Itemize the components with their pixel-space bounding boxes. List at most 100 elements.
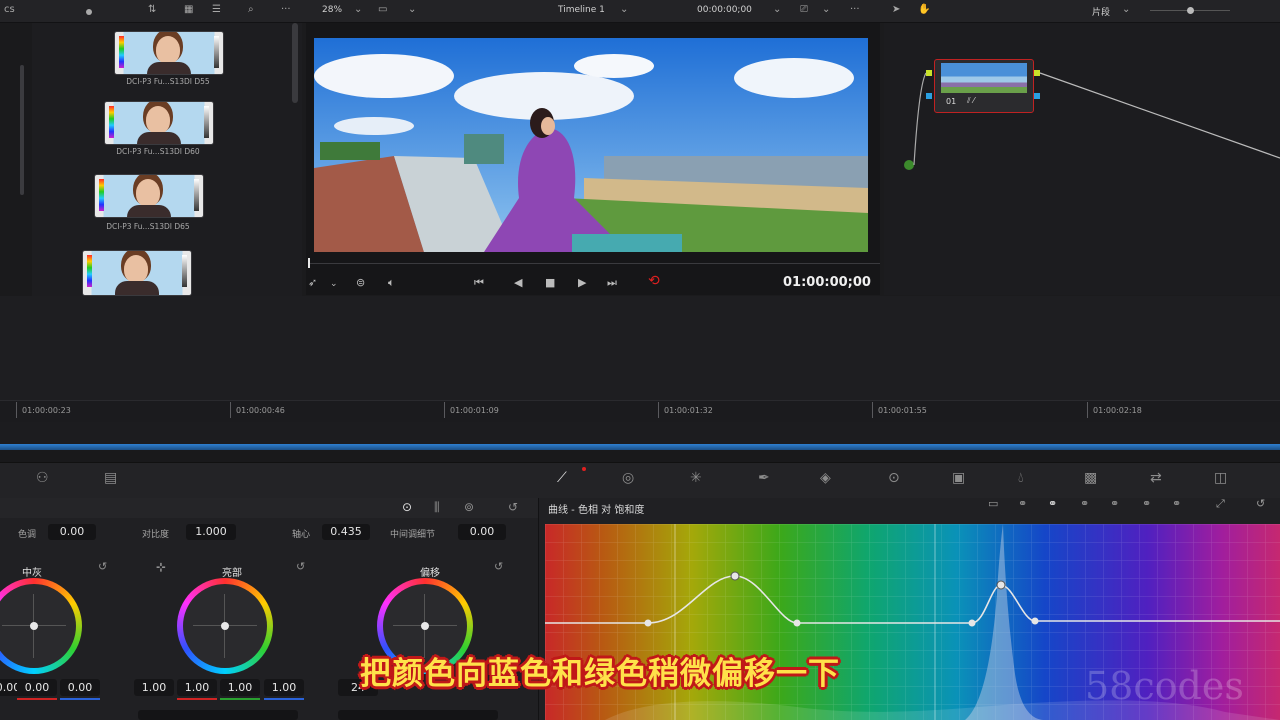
chevron-down-icon[interactable]: ⌄ [354, 4, 362, 15]
chevron-down-icon[interactable]: ⌄ [620, 4, 628, 15]
hue-vs-sat-icon[interactable]: ⚭ [1048, 497, 1057, 510]
grid-view-icon[interactable]: ▦ [184, 4, 193, 15]
gain-color-wheel[interactable] [177, 578, 273, 674]
chevron-down-icon[interactable]: ⌄ [408, 4, 416, 15]
tracker-icon[interactable]: ⊙ [888, 470, 900, 486]
gamma-b-value[interactable]: 0.00 [60, 679, 100, 696]
offset-master-slider[interactable] [338, 710, 498, 720]
reset-icon[interactable]: ↺ [494, 560, 503, 573]
top-toolbar: cs ⇅ ▦ ☰ ⌕ ··· 28% ⌄ ▭ ⌄ Timeline 1 ⌄ 00… [0, 0, 1280, 23]
pivot-label: 轴心 [292, 530, 311, 540]
primaries-wheels-icon[interactable]: ⊙ [402, 500, 412, 514]
zoom-select[interactable]: 28% [322, 5, 342, 15]
reset-icon[interactable]: ↺ [1256, 497, 1265, 510]
hue-vs-lum-icon[interactable]: ⚭ [1080, 497, 1089, 510]
gain-r-value[interactable]: 1.00 [177, 679, 217, 696]
gallery-still-label: DCI-P3 Fu...S13DI D60 [116, 147, 200, 156]
reset-icon[interactable]: ↺ [98, 560, 107, 573]
gallery-still-label: DCI-P3 Fu...S13DI D55 [126, 77, 210, 86]
lum-vs-sat-icon[interactable]: ⚭ [1110, 497, 1119, 510]
dual-view-icon[interactable]: ⊜ [356, 276, 365, 289]
timeline-ruler[interactable] [0, 400, 1280, 423]
chevron-down-icon[interactable]: ⌄ [822, 4, 830, 15]
expand-icon[interactable]: ⤢ [1216, 497, 1225, 511]
timeline-select[interactable]: Timeline 1 [558, 5, 605, 15]
play-icon[interactable]: ▶ [578, 276, 586, 289]
key-icon[interactable]: ▩ [1084, 470, 1097, 486]
channel-bar-red [17, 698, 57, 700]
skip-to-end-icon[interactable]: ⏭︎ [607, 276, 617, 290]
window-icon[interactable]: ◈ [820, 470, 831, 486]
color-warper-icon[interactable]: ◎ [622, 470, 634, 486]
gamma-r-value[interactable]: 0.00 [17, 679, 57, 696]
playhead[interactable] [308, 258, 310, 268]
pivot-field[interactable]: 0.435 [322, 524, 370, 540]
log-wheels-icon[interactable]: ⊚ [464, 500, 474, 514]
viewer-mode-icon[interactable]: ▭ [378, 4, 387, 15]
slider-knob[interactable] [86, 9, 92, 15]
sat-vs-sat-icon[interactable]: ⚭ [1142, 497, 1151, 510]
gain-y-value[interactable]: 1.00 [134, 679, 174, 696]
stop-icon[interactable]: ■ [545, 276, 555, 289]
chevron-down-icon[interactable]: ⌄ [330, 279, 338, 289]
viewer-image [314, 38, 868, 252]
resize-icon[interactable]: ⇄ [1150, 470, 1162, 486]
step-back-icon[interactable]: ◀ [514, 276, 522, 289]
gallery-still-2[interactable] [104, 101, 214, 145]
middetail-field[interactable]: 0.00 [458, 524, 506, 540]
nodes-icon[interactable]: ⚇ [36, 470, 49, 486]
timeline-track[interactable] [0, 422, 1280, 444]
gain-g-value[interactable]: 1.00 [220, 679, 260, 696]
magic-mask-icon[interactable]: ▣ [952, 470, 965, 486]
topbar-timecode: 00:00:00;00 [697, 5, 752, 15]
gallery-scrollbar[interactable] [292, 23, 298, 103]
clip-mode-select[interactable]: 片段 [1092, 5, 1110, 18]
reset-icon[interactable]: ↺ [508, 500, 518, 514]
scrollbar[interactable] [20, 65, 24, 195]
contrast-field[interactable]: 1.000 [186, 524, 236, 540]
crosshair-picker-icon[interactable]: ⊹ [156, 560, 166, 574]
hand-icon[interactable]: ✋ [918, 4, 930, 15]
zoom-slider-knob[interactable] [1187, 7, 1194, 14]
loop-icon[interactable]: ⟲ [648, 273, 660, 289]
gallery-still-3[interactable] [94, 174, 204, 218]
chevron-down-icon[interactable]: ⌄ [1122, 4, 1130, 15]
wand-tool-icon[interactable]: ➶ [308, 276, 317, 289]
hue-vs-hue-icon[interactable]: ⚭ [1018, 497, 1027, 510]
sat-vs-lum-icon[interactable]: ⚭ [1172, 497, 1181, 510]
reset-icon[interactable]: ↺ [296, 560, 305, 573]
qualifier-eyedropper-icon[interactable]: ✒ [758, 470, 770, 486]
gallery-still-1[interactable] [114, 31, 224, 75]
gain-b-value[interactable]: 1.00 [264, 679, 304, 696]
panel-label-fragment: cs [4, 4, 15, 15]
chevron-down-icon[interactable]: ⌄ [773, 4, 781, 15]
list-view-icon[interactable]: ☰ [212, 4, 221, 15]
blur-icon[interactable]: 💧︎ [1018, 470, 1024, 486]
pointer-icon[interactable]: ➤ [892, 4, 900, 15]
curves-icon[interactable]: ⟋ [557, 470, 567, 486]
gallery-still-4[interactable] [82, 250, 192, 296]
timeline-empty-area [0, 296, 1280, 402]
skip-to-start-icon[interactable]: ⏮︎ [474, 276, 484, 290]
3d-icon[interactable]: ◫ [1214, 470, 1227, 486]
middetail-label: 中间调细节 [390, 530, 436, 540]
primaries-bars-icon[interactable]: ⫼ [434, 500, 440, 515]
tint-field[interactable]: 0.00 [48, 524, 96, 540]
ruler-label: 01:00:01:09 [450, 406, 499, 415]
ruler-label: 01:00:00:23 [22, 406, 71, 415]
volume-icon[interactable]: 🔈︎ [388, 276, 395, 290]
gain-master-slider[interactable] [138, 710, 298, 720]
more-options-icon[interactable]: ··· [850, 4, 860, 15]
output-icon[interactable]: ⎚ [800, 4, 808, 15]
sort-icon[interactable]: ⇅ [148, 4, 156, 15]
custom-curve-icon[interactable]: ▭ [988, 497, 998, 510]
warper-grid-icon[interactable]: ✳ [690, 470, 702, 486]
offset-wheel-label: 偏移 [420, 568, 440, 579]
search-icon[interactable]: ⌕ [248, 4, 254, 15]
channel-bar-green [220, 698, 260, 700]
more-options-icon[interactable]: ··· [281, 4, 291, 15]
gallery-icon[interactable]: ▤ [104, 470, 117, 486]
contrast-label: 对比度 [142, 530, 170, 540]
curves-title: 曲线 - 色相 对 饱和度 [548, 505, 645, 516]
playhead-track[interactable] [308, 263, 880, 264]
